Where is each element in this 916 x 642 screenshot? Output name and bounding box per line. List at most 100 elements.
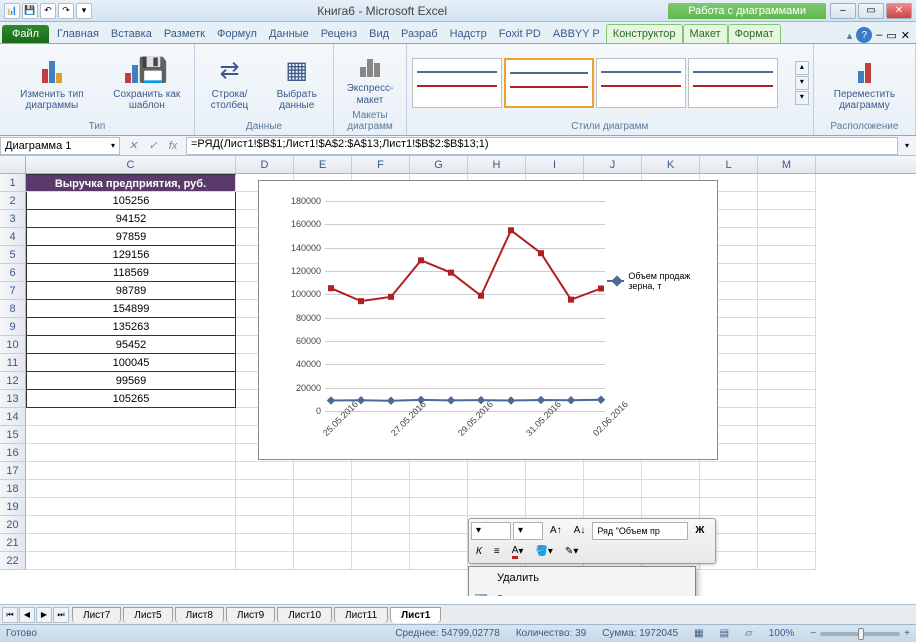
change-chart-type-button[interactable]: Изменить тип диаграммы [4, 53, 100, 114]
cell[interactable] [294, 552, 352, 570]
sheet-tab[interactable]: Лист10 [277, 607, 332, 623]
tab-page-layout[interactable]: Разметк [158, 25, 211, 43]
cell[interactable] [294, 498, 352, 516]
expand-formula-bar-icon[interactable]: ▾ [898, 141, 916, 150]
cell[interactable] [236, 462, 294, 480]
cell[interactable] [26, 444, 236, 462]
zoom-value[interactable]: 100% [769, 628, 795, 639]
italic-button[interactable]: К [471, 543, 487, 561]
cell[interactable] [410, 480, 468, 498]
styles-down-icon[interactable]: ▾ [795, 76, 809, 90]
cancel-formula-icon[interactable]: ✕ [124, 138, 142, 154]
embedded-chart[interactable]: 0200004000060000800001000001200001400001… [258, 180, 718, 460]
cell[interactable] [700, 462, 758, 480]
switch-row-column-button[interactable]: ⇄ Строка/столбец [199, 53, 260, 114]
column-header[interactable]: D [236, 156, 294, 173]
cell[interactable] [700, 480, 758, 498]
cell[interactable]: Выручка предприятия, руб. [26, 174, 236, 192]
cell[interactable] [526, 498, 584, 516]
row-header[interactable]: 13 [0, 390, 26, 408]
cell[interactable]: 135263 [26, 318, 236, 336]
row-header[interactable]: 5 [0, 246, 26, 264]
cell[interactable] [26, 534, 236, 552]
cell[interactable] [526, 480, 584, 498]
cell[interactable] [758, 372, 816, 390]
cell[interactable] [352, 516, 410, 534]
cell[interactable] [26, 552, 236, 570]
tab-chart-layout[interactable]: Макет [683, 24, 728, 43]
cell[interactable] [294, 462, 352, 480]
cell[interactable] [26, 516, 236, 534]
cell[interactable] [700, 498, 758, 516]
zoom-in-button[interactable]: + [904, 628, 910, 639]
cell[interactable] [642, 480, 700, 498]
sheet-tab[interactable]: Лист5 [123, 607, 172, 623]
cell[interactable] [236, 534, 294, 552]
cell[interactable] [758, 354, 816, 372]
row-header[interactable]: 12 [0, 372, 26, 390]
chart-element-dropdown[interactable]: Ряд "Объем пр [592, 522, 688, 540]
column-header[interactable]: L [700, 156, 758, 173]
last-sheet-icon[interactable]: ⏭ [53, 607, 69, 623]
cell[interactable]: 98789 [26, 282, 236, 300]
cell[interactable] [758, 534, 816, 552]
align-button[interactable]: ≡ [489, 543, 505, 561]
cell[interactable] [468, 480, 526, 498]
font-color-button[interactable]: A▾ [507, 543, 529, 561]
cell[interactable] [468, 498, 526, 516]
zoom-slider[interactable] [820, 632, 900, 636]
cell[interactable] [352, 480, 410, 498]
cell[interactable] [294, 534, 352, 552]
column-header[interactable]: M [758, 156, 816, 173]
row-header[interactable]: 20 [0, 516, 26, 534]
quick-layout-button[interactable]: Экспресс-макет [338, 47, 402, 108]
column-header[interactable]: J [584, 156, 642, 173]
close-button[interactable]: ✕ [886, 3, 912, 19]
cell[interactable] [758, 444, 816, 462]
cell[interactable] [758, 336, 816, 354]
cell[interactable] [26, 498, 236, 516]
minimize-ribbon-icon[interactable]: ▴ [847, 29, 853, 42]
chart-style-4[interactable] [688, 58, 778, 108]
view-page-layout-icon[interactable]: ▤ [720, 628, 729, 639]
cell[interactable] [352, 552, 410, 570]
tab-formulas[interactable]: Формул [211, 25, 263, 43]
chart-legend[interactable]: Объем продаж зерна, т [607, 271, 713, 291]
column-header[interactable]: H [468, 156, 526, 173]
first-sheet-icon[interactable]: ⏮ [2, 607, 18, 623]
font-size-dropdown[interactable]: ▾ [513, 522, 543, 540]
row-header[interactable]: 3 [0, 210, 26, 228]
cell[interactable] [236, 480, 294, 498]
row-header[interactable]: 7 [0, 282, 26, 300]
doc-minimize-icon[interactable]: – [876, 29, 882, 41]
column-header[interactable]: G [410, 156, 468, 173]
name-box-dropdown-icon[interactable]: ▾ [111, 141, 115, 150]
font-family-dropdown[interactable]: ▾ [471, 522, 511, 540]
menu-reset-style[interactable]: 🔄 Восстановить стиль [469, 589, 695, 596]
cell[interactable] [758, 282, 816, 300]
row-header[interactable]: 18 [0, 480, 26, 498]
sheet-tab[interactable]: Лист11 [334, 607, 388, 623]
cell[interactable]: 105256 [26, 192, 236, 210]
cell[interactable] [410, 516, 468, 534]
row-header[interactable]: 19 [0, 498, 26, 516]
cell[interactable] [584, 462, 642, 480]
row-header[interactable]: 11 [0, 354, 26, 372]
row-header[interactable]: 14 [0, 408, 26, 426]
fx-icon[interactable]: fx [164, 138, 182, 154]
excel-icon[interactable]: 📊 [4, 3, 20, 19]
tab-data[interactable]: Данные [263, 25, 315, 43]
cell[interactable] [352, 534, 410, 552]
view-page-break-icon[interactable]: ▱ [745, 628, 753, 639]
cell[interactable]: 97859 [26, 228, 236, 246]
chart-lines[interactable] [325, 191, 605, 411]
cell[interactable] [758, 480, 816, 498]
file-tab[interactable]: Файл [2, 25, 49, 43]
select-data-button[interactable]: ▦ Выбрать данные [264, 53, 329, 114]
cell[interactable] [758, 264, 816, 282]
row-header[interactable]: 2 [0, 192, 26, 210]
row-header[interactable]: 6 [0, 264, 26, 282]
tab-insert[interactable]: Вставка [105, 25, 158, 43]
cell[interactable] [758, 408, 816, 426]
cell[interactable]: 99569 [26, 372, 236, 390]
